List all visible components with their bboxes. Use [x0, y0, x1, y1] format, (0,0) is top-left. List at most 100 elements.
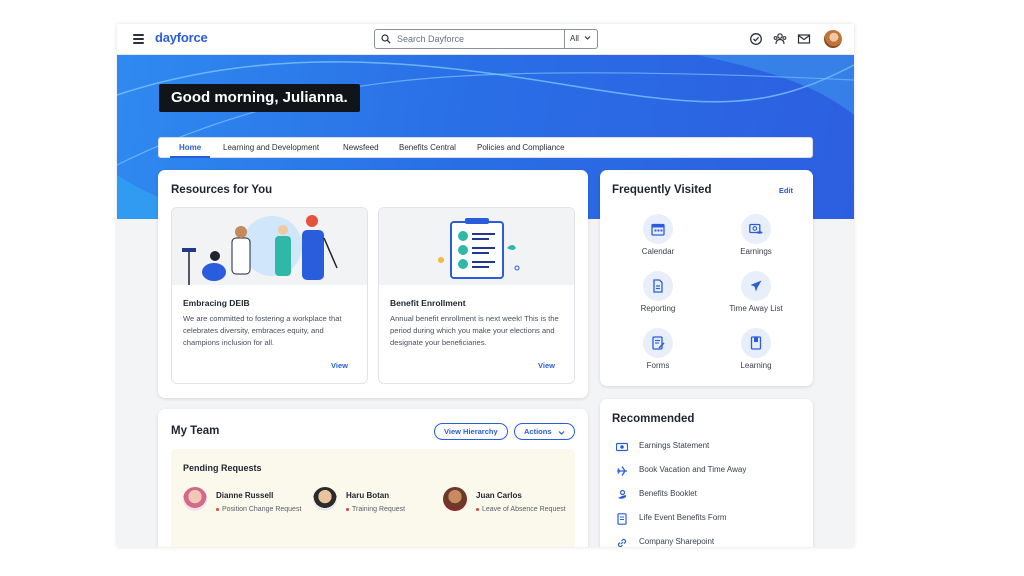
avatar[interactable]: [313, 487, 337, 511]
search-scope-dropdown[interactable]: All: [564, 30, 597, 48]
avatar[interactable]: [183, 487, 207, 511]
resource-name: Embracing DEIB: [183, 298, 250, 308]
pending-requests-panel: Pending Requests Dianne Russell Position…: [171, 449, 575, 547]
recommended-item-company-sharepoint[interactable]: Company Sharepoint: [616, 536, 806, 547]
resource-item-deib[interactable]: Embracing DEIB We are committed to foste…: [171, 207, 368, 384]
fv-label: Forms: [646, 361, 670, 370]
request-item[interactable]: Haru Botan Training Request: [313, 487, 438, 527]
resource-view-link[interactable]: View: [538, 361, 555, 370]
recommended-item-book-vacation[interactable]: Book Vacation and Time Away: [616, 464, 806, 478]
tab-newsfeed[interactable]: Newsfeed: [343, 143, 379, 152]
mail-icon[interactable]: [797, 32, 811, 46]
fv-label: Earnings: [740, 247, 772, 256]
tab-learning-and-development[interactable]: Learning and Development: [223, 143, 319, 152]
plane-icon: [617, 466, 627, 476]
avatar[interactable]: [443, 487, 467, 511]
recommended-item-life-event-form[interactable]: Life Event Benefits Form: [616, 512, 806, 526]
fv-item-calendar[interactable]: Calendar: [613, 214, 703, 264]
greeting-banner: Good morning, Julianna.: [159, 84, 360, 112]
deib-illustration: [172, 208, 367, 285]
app-window: dayforce All: [117, 24, 854, 547]
status-dot: [346, 508, 349, 511]
actions-label: Actions: [524, 427, 552, 436]
fv-icon-circle: [741, 271, 771, 301]
request-name: Haru Botan: [346, 491, 390, 500]
resources-title: Resources for You: [171, 184, 273, 196]
recommended-label: Book Vacation and Time Away: [639, 465, 747, 474]
top-bar: dayforce All: [117, 24, 854, 55]
book-icon: [750, 336, 762, 350]
user-avatar[interactable]: [824, 30, 842, 48]
fv-icon-circle: [643, 328, 673, 358]
recommended-label: Company Sharepoint: [639, 537, 715, 546]
money-icon: [616, 442, 628, 452]
tab-bar: Home Learning and Development Newsfeed B…: [158, 137, 813, 158]
form-icon: [652, 336, 665, 350]
resource-description: We are committed to fostering a workplac…: [183, 314, 342, 347]
recommended-label: Benefits Booklet: [639, 489, 697, 498]
benefits-icon: [618, 489, 626, 499]
my-team-title: My Team: [171, 425, 220, 437]
recommended-item-benefits-booklet[interactable]: Benefits Booklet: [616, 488, 806, 502]
status-dot: [216, 508, 219, 511]
fv-label: Calendar: [641, 247, 675, 256]
tab-benefits-central[interactable]: Benefits Central: [399, 143, 456, 152]
resource-view-link[interactable]: View: [331, 361, 348, 370]
frequently-visited-title: Frequently Visited: [612, 184, 712, 196]
fv-icon-circle: [741, 214, 771, 244]
form-icon: [617, 513, 627, 525]
recommended-label: Life Event Benefits Form: [639, 513, 727, 522]
request-name: Dianne Russell: [216, 491, 274, 500]
tab-policies-and-compliance[interactable]: Policies and Compliance: [477, 143, 565, 152]
request-type: Training Request: [352, 506, 406, 513]
chevron-down-icon: [584, 36, 591, 40]
document-icon: [653, 279, 663, 293]
brand-logo[interactable]: dayforce: [155, 30, 208, 45]
resource-name: Benefit Enrollment: [390, 298, 466, 308]
search-box: All: [374, 29, 598, 49]
fv-label: Learning: [740, 361, 772, 370]
recommended-title: Recommended: [612, 413, 695, 425]
menu-icon[interactable]: [133, 34, 144, 44]
recommended-item-earnings-statement[interactable]: Earnings Statement: [616, 440, 806, 454]
earnings-icon: [749, 223, 763, 234]
request-item[interactable]: Dianne Russell Position Change Request: [183, 487, 308, 527]
resources-card: Resources for You Embracing DEIB We are …: [158, 170, 588, 398]
frequently-visited-card: Frequently Visited Edit Calendar Earning…: [600, 170, 813, 386]
recommended-label: Earnings Statement: [639, 441, 710, 450]
pending-requests-title: Pending Requests: [183, 463, 262, 473]
fv-item-learning[interactable]: Learning: [711, 328, 801, 378]
fv-icon-circle: [741, 328, 771, 358]
request-type: Position Change Request: [222, 506, 302, 513]
fv-label: Time Away List: [729, 304, 783, 313]
request-name: Juan Carlos: [476, 491, 522, 500]
active-tab-indicator: [170, 156, 210, 158]
edit-link[interactable]: Edit: [779, 186, 793, 195]
tab-home[interactable]: Home: [179, 143, 201, 152]
search-scope-label: All: [570, 34, 579, 43]
fv-item-time-away-list[interactable]: Time Away List: [711, 271, 801, 321]
actions-button[interactable]: Actions: [514, 423, 575, 440]
calendar-icon: [651, 223, 665, 236]
link-icon: [617, 538, 627, 547]
fv-item-reporting[interactable]: Reporting: [613, 271, 703, 321]
resource-item-benefit-enrollment[interactable]: Benefit Enrollment Annual benefit enroll…: [378, 207, 575, 384]
check-circle-icon[interactable]: [749, 32, 763, 46]
status-dot: [476, 508, 479, 511]
fv-icon-circle: [643, 214, 673, 244]
fv-item-forms[interactable]: Forms: [613, 328, 703, 378]
search-icon: [381, 34, 391, 44]
recommended-card: Recommended Earnings Statement Book Vaca…: [600, 399, 813, 547]
resource-description: Annual benefit enrollment is next week! …: [390, 314, 559, 347]
fv-label: Reporting: [640, 304, 676, 313]
chevron-down-icon: [558, 431, 564, 435]
airplane-icon: [750, 280, 762, 292]
fv-icon-circle: [643, 271, 673, 301]
fv-item-earnings[interactable]: Earnings: [711, 214, 801, 264]
request-type: Leave of Absence Request: [482, 506, 566, 513]
people-icon[interactable]: [773, 32, 787, 46]
view-hierarchy-button[interactable]: View Hierarchy: [434, 423, 508, 440]
search-input[interactable]: [397, 32, 562, 46]
request-item[interactable]: Juan Carlos Leave of Absence Request: [443, 487, 568, 527]
my-team-card: My Team View Hierarchy Actions Pending R…: [158, 409, 588, 547]
